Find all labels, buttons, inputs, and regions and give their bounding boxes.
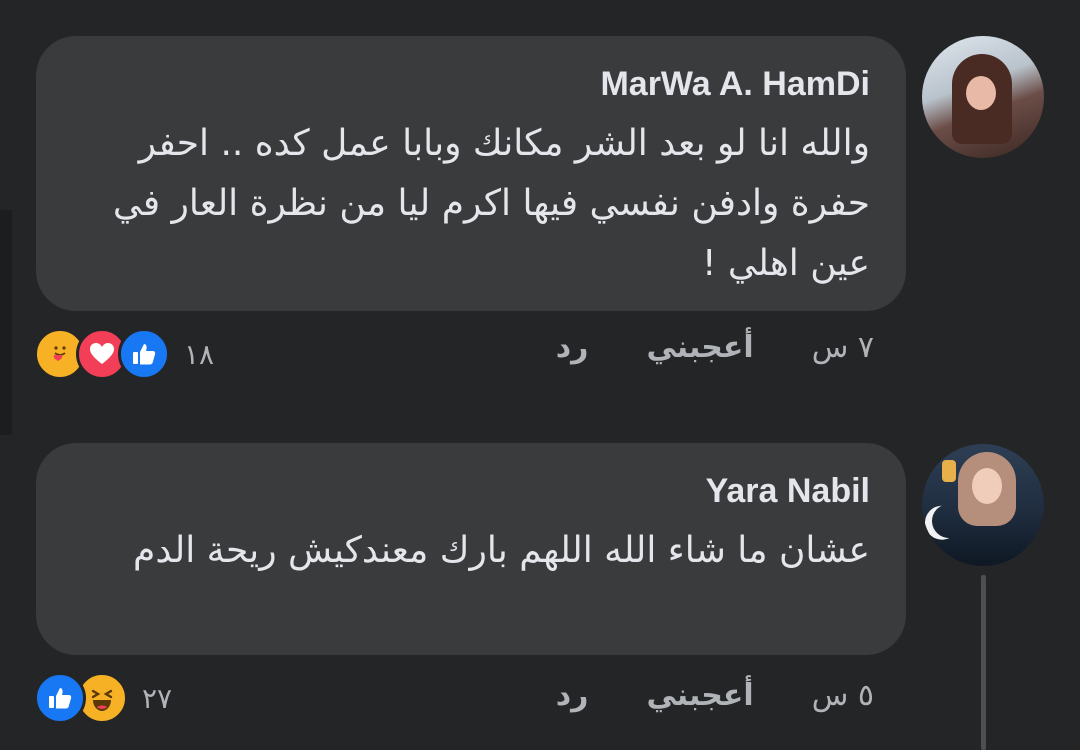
avatar-face [972, 468, 1002, 504]
comment-author[interactable]: Yara Nabil [72, 471, 870, 511]
reactions-summary[interactable]: ٢٧ [34, 672, 172, 724]
laughing-face-icon [91, 689, 113, 711]
comment-bubble[interactable]: Yara Nabil عشان ما شاء الله اللهم بارك م… [36, 443, 906, 655]
reaction-count[interactable]: ٢٧ [142, 682, 172, 715]
thread-line [981, 575, 986, 750]
like-icon [118, 328, 170, 380]
comment-time[interactable]: ٥ س [812, 678, 874, 713]
avatar-face [966, 76, 996, 110]
comment-bubble[interactable]: MarWa A. HamDi والله انا لو بعد الشر مكا… [36, 36, 906, 311]
thumbs-up-icon [133, 344, 156, 365]
avatar[interactable] [922, 36, 1044, 158]
like-button[interactable]: أعجبني [646, 330, 753, 365]
comment-text: والله انا لو بعد الشر مكانك وبابا عمل كد… [112, 123, 870, 284]
avatar-lantern [942, 460, 956, 482]
comment-time[interactable]: ٧ س [812, 330, 874, 365]
reply-button[interactable]: رد [556, 330, 589, 365]
avatar[interactable] [922, 444, 1044, 566]
heart-icon [90, 343, 114, 364]
comment-actions: ٧ س أعجبني رد [498, 330, 874, 365]
comments-page: MarWa A. HamDi والله انا لو بعد الشر مكا… [0, 0, 1080, 750]
like-icon [34, 672, 86, 724]
like-button[interactable]: أعجبني [646, 678, 753, 713]
reply-button[interactable]: رد [556, 678, 589, 713]
thumbs-up-icon [49, 688, 72, 709]
care-face-icon [53, 346, 66, 361]
left-rail [0, 210, 12, 435]
comment-text: عشان ما شاء الله اللهم بارك معندكيش ريحة… [133, 530, 870, 571]
comment-actions: ٥ س أعجبني رد [498, 678, 874, 713]
reaction-count[interactable]: ١٨ [184, 338, 214, 371]
reactions-summary[interactable]: ١٨ [34, 328, 214, 380]
comment-author[interactable]: MarWa A. HamDi [72, 64, 870, 104]
